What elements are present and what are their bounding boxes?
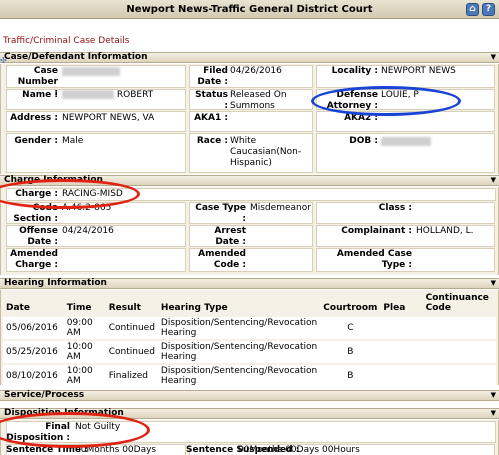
- offense-date-label: Offense Date :: [19, 226, 58, 247]
- sentence-time-value: 00Months 00Days: [75, 445, 157, 455]
- locality-value: NEWPORT NEWS: [381, 66, 456, 76]
- case-type-label: Case Type :: [195, 203, 246, 224]
- service-section-header[interactable]: Service/Process ▼: [0, 390, 499, 401]
- class-label: Class :: [378, 203, 412, 213]
- hearing-section-title: Hearing Information: [4, 278, 107, 288]
- collapse-arrow-icon[interactable]: ▼: [491, 53, 496, 62]
- hearing-type: Disposition/Sentencing/Revocation Hearin…: [157, 315, 321, 340]
- hearing-section-header[interactable]: Hearing Information ▼: [0, 278, 499, 289]
- table-row: 05/25/2016 10:00 AM Continued Dispositio…: [3, 339, 496, 364]
- table-row: 08/10/2016 10:00 AM Finalized Dispositio…: [3, 363, 496, 387]
- race-value: White Caucasian(Non-Hispanic): [230, 136, 302, 168]
- column-header[interactable]: Result: [105, 291, 158, 316]
- hearing-date: 05/25/2016: [3, 339, 64, 364]
- hearing-time: 09:00 AM: [63, 315, 106, 340]
- dob-label: DOB :: [349, 136, 378, 146]
- hearing-courtroom: B: [320, 339, 381, 364]
- collapse-arrow-icon[interactable]: ▼: [491, 176, 496, 185]
- column-header[interactable]: Plea: [380, 291, 423, 316]
- hearing-plea: [380, 363, 423, 387]
- table-row: 05/06/2016 09:00 AM Continued Dispositio…: [3, 315, 496, 340]
- collapse-arrow-icon[interactable]: ▼: [491, 279, 496, 288]
- name-value: ROBERT: [62, 90, 153, 101]
- sentence-time-label: Sentence Time :: [6, 445, 88, 455]
- locality-label: Locality :: [331, 66, 378, 76]
- gender-value: Male: [62, 136, 84, 146]
- hearing-continuance: [422, 339, 496, 364]
- address-value: NEWPORT NEWS, VA: [62, 113, 155, 123]
- column-header[interactable]: Time: [63, 291, 106, 316]
- help-icon[interactable]: ?: [482, 3, 495, 16]
- name-label: Name :: [22, 90, 58, 100]
- final-disposition-label: Final Disposition :: [6, 422, 70, 443]
- collapse-arrow-icon[interactable]: ▼: [491, 391, 496, 400]
- hearing-table: Date Time Result Hearing Type Courtroom …: [3, 291, 496, 387]
- amended-charge-label: Amended Charge :: [10, 249, 58, 270]
- home-icon[interactable]: ⌂: [466, 3, 479, 16]
- disposition-section-title: Disposition Information: [4, 408, 124, 418]
- charge-label: Charge :: [15, 189, 58, 199]
- column-header[interactable]: Date: [3, 291, 64, 316]
- arrest-date-label: Arrest Date :: [214, 226, 246, 247]
- hearing-courtroom: B: [320, 363, 381, 387]
- address-label: Address :: [10, 113, 58, 123]
- hearing-time: 10:00 AM: [63, 363, 106, 387]
- column-header[interactable]: Courtroom: [320, 291, 381, 316]
- complainant-label: Complainant :: [341, 226, 412, 236]
- charge-section-title: Charge Information: [4, 175, 103, 185]
- amended-code-label: Amended Code :: [198, 249, 246, 270]
- hearing-plea: [380, 339, 423, 364]
- code-section-value: A.46.2-865: [62, 203, 112, 213]
- dob-value: [381, 137, 431, 148]
- code-section-label: Code Section :: [13, 203, 58, 224]
- hearing-result: Continued: [105, 315, 158, 340]
- race-label: Race :: [196, 136, 228, 146]
- hearing-continuance: [422, 363, 496, 387]
- hearing-plea: [380, 315, 423, 340]
- charge-value: RACING-MISD: [62, 189, 123, 199]
- offense-date-value: 04/24/2016: [62, 226, 114, 236]
- hearing-courtroom: C: [320, 315, 381, 340]
- hearing-result: Finalized: [105, 363, 158, 387]
- hearing-date: 08/10/2016: [3, 363, 64, 387]
- column-header[interactable]: Continuance Code: [422, 291, 496, 316]
- defense-attorney-label: Defense Attorney :: [326, 90, 378, 111]
- status-value: Released On Summons: [230, 90, 287, 111]
- disposition-section-header[interactable]: Disposition Information ▼: [0, 408, 499, 419]
- charge-section-header[interactable]: Charge Information ▼: [0, 175, 499, 186]
- aka2-label: AKA2 :: [344, 113, 378, 123]
- hearing-time: 10:00 AM: [63, 339, 106, 364]
- complainant-value: HOLLAND, L.: [416, 226, 474, 236]
- case-section-header[interactable]: Case/Defendant Information ▼: [0, 52, 499, 63]
- sentence-suspended-value: 00Months 00Days 00Hours: [238, 445, 360, 455]
- window-title-bar: Newport News-Traffic General District Co…: [0, 0, 499, 19]
- gender-label: Gender :: [14, 136, 58, 146]
- sentence-suspended-label: Sentence Suspended :: [186, 445, 299, 455]
- aka1-label: AKA1 :: [194, 113, 228, 123]
- breadcrumb: Traffic/Criminal Case Details: [3, 36, 130, 46]
- hearing-date: 05/06/2016: [3, 315, 64, 340]
- amended-case-type-label: Amended Case Type :: [336, 249, 412, 270]
- hearing-type: Disposition/Sentencing/Revocation Hearin…: [157, 363, 321, 387]
- collapse-arrow-icon[interactable]: ▼: [491, 409, 496, 418]
- defense-attorney-value: LOUIE, P: [381, 90, 419, 100]
- filed-date-label: Filed Date :: [197, 66, 228, 87]
- hearing-result: Continued: [105, 339, 158, 364]
- service-section-title: Service/Process: [4, 390, 85, 400]
- hearing-header-row: Date Time Result Hearing Type Courtroom …: [3, 291, 496, 316]
- hearing-type: Disposition/Sentencing/Revocation Hearin…: [157, 339, 321, 364]
- window-title: Newport News-Traffic General District Co…: [126, 4, 373, 15]
- final-disposition-value: Not Guilty: [75, 422, 121, 432]
- case-type-value: Misdemeanor: [250, 203, 311, 213]
- hearing-continuance: [422, 315, 496, 340]
- case-number-value: [62, 67, 120, 78]
- case-section-title: Case/Defendant Information: [4, 52, 148, 62]
- filed-date-value: 04/26/2016: [230, 66, 282, 76]
- status-label: Status :: [195, 90, 228, 111]
- column-header[interactable]: Hearing Type: [157, 291, 321, 316]
